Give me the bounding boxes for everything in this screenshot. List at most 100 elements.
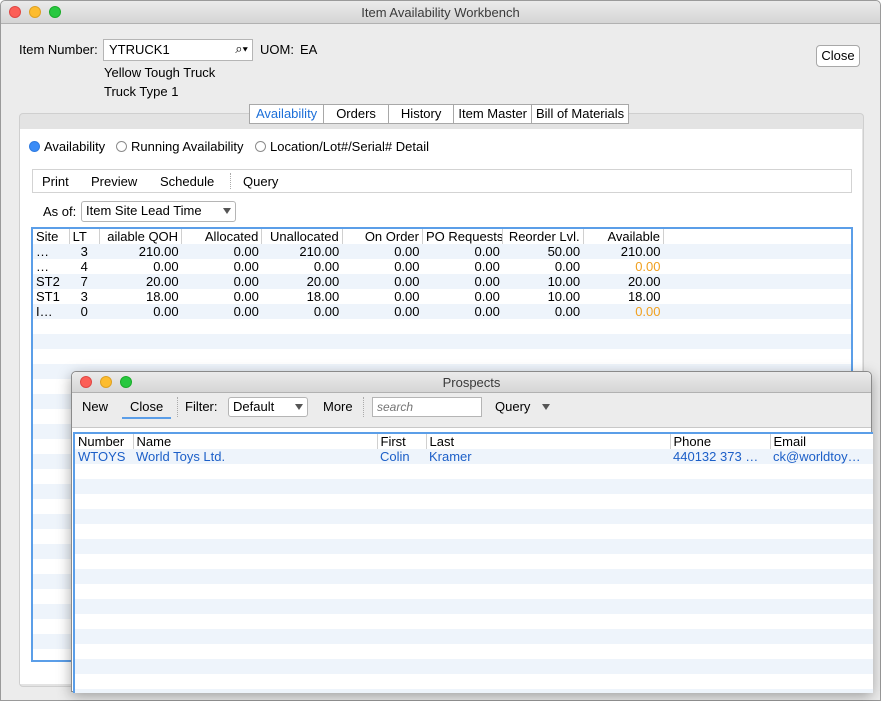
schedule-button[interactable]: Schedule <box>160 174 214 189</box>
cell-lt: 3 <box>80 289 88 304</box>
prospects-toolbar: New Close Filter: Default More Query <box>72 393 871 428</box>
cell-available: 210.00 <box>620 244 661 259</box>
col-header-last[interactable]: Last <box>426 434 671 449</box>
col-header-lt[interactable]: LT <box>69 229 100 244</box>
cell-available: 0.00 <box>635 259 661 274</box>
col-header-unallocated[interactable]: Unallocated <box>261 229 343 244</box>
radio-label: Availability <box>44 139 106 154</box>
uom-label: UOM: <box>260 42 294 57</box>
cell-unallocated: 0.00 <box>313 304 340 319</box>
query-button[interactable]: Query <box>243 174 278 189</box>
cell-on-order: 0.00 <box>394 304 420 319</box>
as-of-select[interactable]: Item Site Lead Time <box>81 201 236 222</box>
item-number-value: YTRUCK1 <box>109 42 170 57</box>
prospects-titlebar: Prospects <box>72 372 871 393</box>
cell-po-requests: 0.00 <box>474 304 500 319</box>
more-button[interactable]: More <box>323 399 353 414</box>
tab-item-master[interactable]: Item Master <box>453 104 532 124</box>
radio-unselected-icon <box>255 141 266 152</box>
print-button[interactable]: Print <box>42 174 69 189</box>
cell-lt: 3 <box>80 244 88 259</box>
cell-allocated: 0.00 <box>233 289 259 304</box>
item-number-label: Item Number: <box>19 42 98 57</box>
chevron-down-icon <box>223 208 231 214</box>
col-header-reorder-level[interactable]: Reorder Lvl. <box>502 229 584 244</box>
cell-allocated: 0.00 <box>233 304 259 319</box>
filter-value: Default <box>233 399 275 414</box>
cell-po-requests: 0.00 <box>474 244 500 259</box>
col-header-on-order[interactable]: On Order <box>342 229 424 244</box>
col-header-first[interactable]: First <box>377 434 427 449</box>
cell-qoh: 0.00 <box>153 259 179 274</box>
cell-allocated: 0.00 <box>233 274 259 289</box>
cell-allocated: 0.00 <box>233 244 259 259</box>
cell-on-order: 0.00 <box>394 244 420 259</box>
cell-reorder-level: 10.00 <box>547 289 581 304</box>
prospects-title: Prospects <box>442 375 501 390</box>
table-header-row: Site LT ailable QOH Allocated Unallocate… <box>33 229 665 244</box>
table-row[interactable]: ST1 3 18.00 0.00 18.00 0.00 0.00 10.00 1… <box>33 289 664 304</box>
item-description-1: Yellow Tough Truck <box>104 65 216 80</box>
col-header-number[interactable]: Number <box>75 434 134 449</box>
chevron-down-icon[interactable] <box>542 404 550 410</box>
col-header-name[interactable]: Name <box>133 434 378 449</box>
cell-last: Kramer <box>429 449 472 464</box>
close-button[interactable]: Close <box>122 399 172 419</box>
search-input[interactable] <box>372 397 482 417</box>
tab-bill-of-materials[interactable]: Bill of Materials <box>531 104 630 124</box>
prospects-table[interactable]: Number Name First Last Phone Email WTOYS… <box>73 432 873 693</box>
col-header-email[interactable]: Email <box>770 434 873 449</box>
cell-lt: 0 <box>80 304 88 319</box>
as-of-label: As of: <box>43 204 77 219</box>
as-of-value: Item Site Lead Time <box>86 203 202 218</box>
col-header-phone[interactable]: Phone <box>670 434 771 449</box>
cell-available: 20.00 <box>627 274 661 289</box>
cell-po-requests: 0.00 <box>474 274 500 289</box>
cell-site: ST1 <box>36 289 60 304</box>
cell-qoh: 0.00 <box>153 304 179 319</box>
table-row[interactable]: … 4 0.00 0.00 0.00 0.00 0.00 0.00 0.00 <box>33 259 664 274</box>
new-button[interactable]: New <box>82 399 108 414</box>
cell-qoh: 18.00 <box>146 289 179 304</box>
cell-unallocated: 210.00 <box>299 244 340 259</box>
cell-reorder-level: 10.00 <box>547 274 581 289</box>
cell-email: ck@worldtoy… <box>773 449 861 464</box>
col-header-available[interactable]: Available <box>583 229 665 244</box>
cell-po-requests: 0.00 <box>474 259 500 274</box>
query-button[interactable]: Query <box>495 399 530 414</box>
table-row[interactable]: ST2 7 20.00 0.00 20.00 0.00 0.00 10.00 2… <box>33 274 664 289</box>
col-header-available-qoh[interactable]: ailable QOH <box>99 229 183 244</box>
col-header-site[interactable]: Site <box>33 229 70 244</box>
tab-availability[interactable]: Availability <box>249 104 325 124</box>
radio-availability[interactable]: Availability <box>29 139 105 154</box>
toolbar-divider <box>363 397 364 417</box>
lookup-icon[interactable]: ⌕▾ <box>235 41 248 57</box>
radio-running-availability[interactable]: Running Availability <box>116 139 244 154</box>
cell-unallocated: 18.00 <box>306 289 340 304</box>
col-header-allocated[interactable]: Allocated <box>181 229 263 244</box>
cell-available: 18.00 <box>627 289 661 304</box>
main-titlebar: Item Availability Workbench <box>1 1 880 24</box>
cell-on-order: 0.00 <box>394 259 420 274</box>
filter-select[interactable]: Default <box>228 397 308 417</box>
tab-orders[interactable]: Orders <box>323 104 389 124</box>
cell-site: … <box>36 244 49 259</box>
cell-number: WTOYS <box>78 449 126 464</box>
tab-history[interactable]: History <box>387 104 455 124</box>
radio-location-detail[interactable]: Location/Lot#/Serial# Detail <box>255 139 429 154</box>
cell-phone: 440132 373 … <box>673 449 759 464</box>
close-button[interactable]: Close <box>816 45 860 67</box>
col-header-po-requests[interactable]: PO Requests <box>422 229 504 244</box>
table-row[interactable]: WTOYS World Toys Ltd. Colin Kramer 44013… <box>75 449 873 464</box>
cell-site: ST2 <box>36 274 60 289</box>
window-title: Item Availability Workbench <box>361 5 520 20</box>
table-row[interactable]: … 3 210.00 0.00 210.00 0.00 0.00 50.00 2… <box>33 244 664 259</box>
table-row[interactable]: I… 0 0.00 0.00 0.00 0.00 0.00 0.00 0.00 <box>33 304 664 319</box>
cell-unallocated: 0.00 <box>313 259 340 274</box>
preview-button[interactable]: Preview <box>91 174 137 189</box>
cell-name: World Toys Ltd. <box>136 449 226 464</box>
item-description-2: Truck Type 1 <box>104 84 179 99</box>
item-number-field[interactable]: YTRUCK1 ⌕▾ <box>103 39 253 61</box>
cell-reorder-level: 50.00 <box>547 244 581 259</box>
tab-bar: Availability Orders History Item Master … <box>249 104 630 124</box>
